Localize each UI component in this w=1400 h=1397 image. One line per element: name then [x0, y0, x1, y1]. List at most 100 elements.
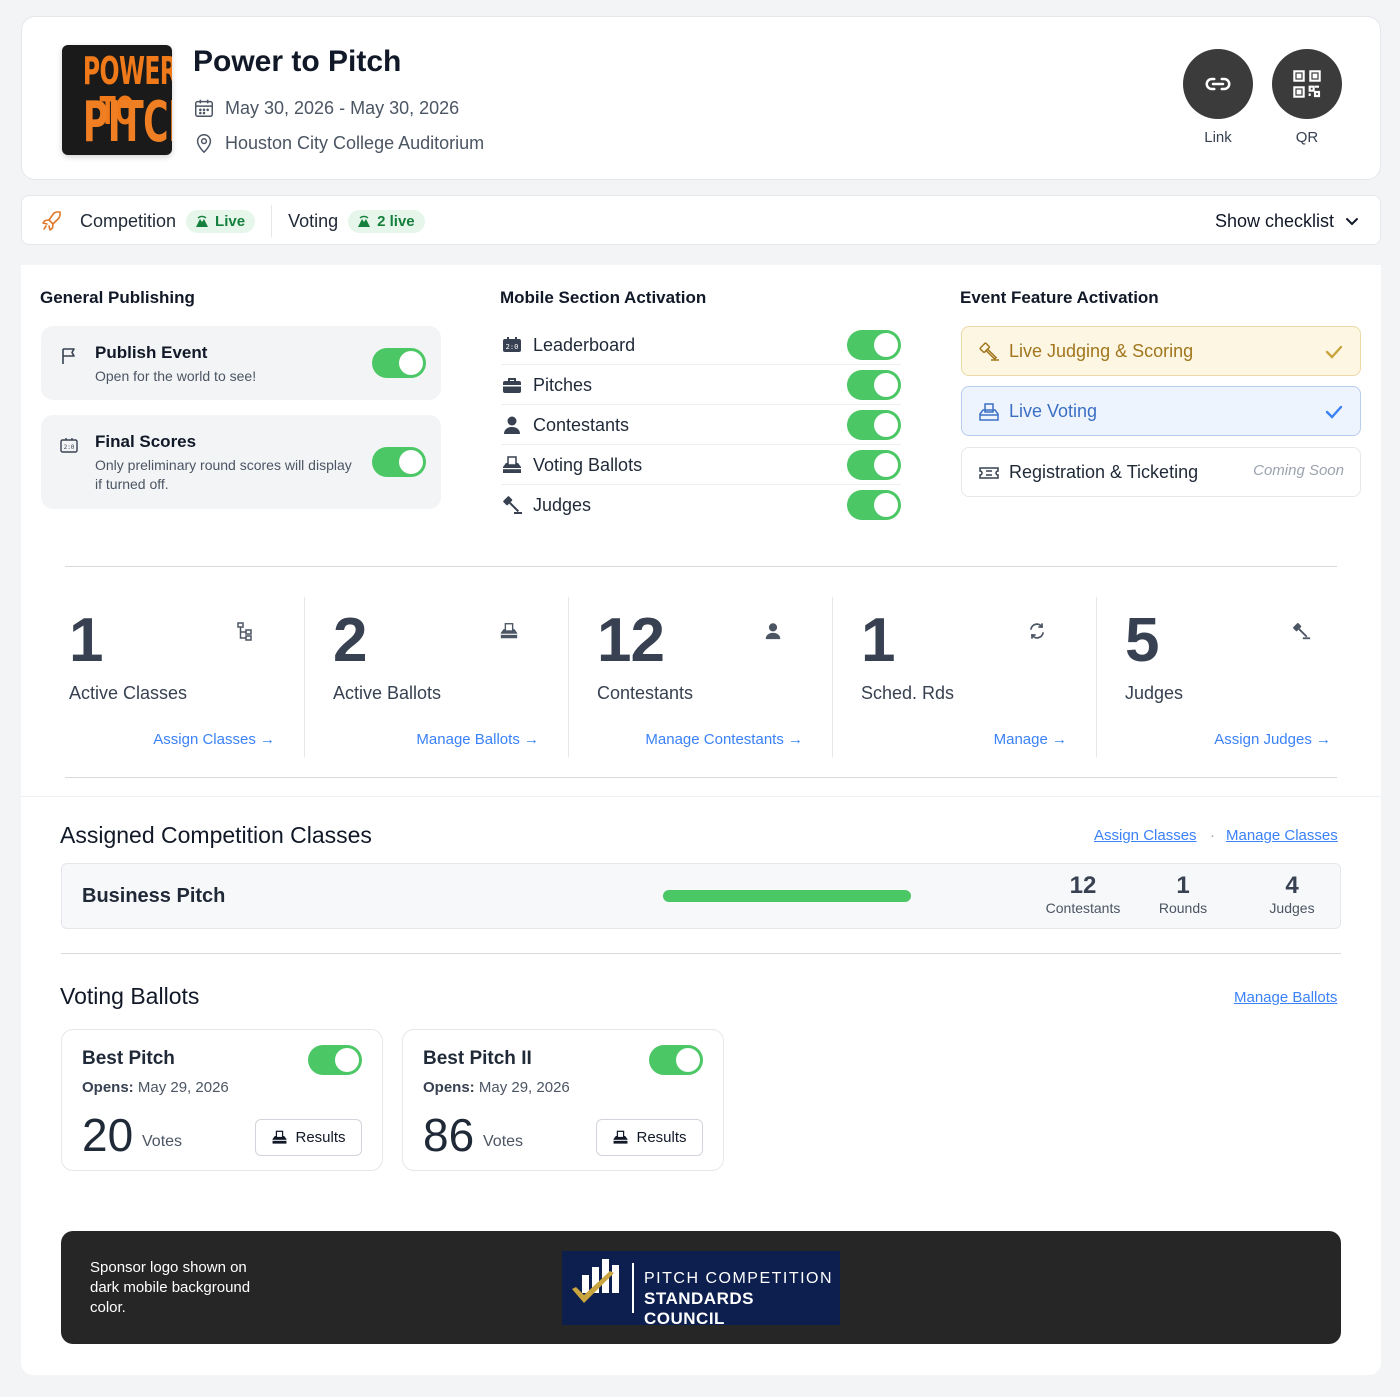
contestants-label: Contestants [533, 415, 630, 435]
judges-label: Judges [533, 495, 592, 515]
qr-button[interactable]: QR [1272, 49, 1342, 146]
dashboard-panel: General Publishing Publish Event Open fo… [21, 265, 1381, 1375]
manage-ballots-link[interactable]: Manage Ballots → [416, 731, 539, 748]
ballot-votes-label: Votes [483, 1133, 524, 1150]
voting-ballots-label: Voting Ballots [533, 455, 643, 475]
check-icon [1325, 405, 1343, 419]
voting-ballots-heading: Voting Ballots [60, 983, 200, 1009]
ballot-box-icon [500, 623, 518, 639]
results-button[interactable]: Results [596, 1119, 703, 1156]
class-rounds-label: Rounds [1158, 900, 1208, 916]
ballot-opens: Opens: May 29, 2026 [423, 1079, 570, 1096]
class-rounds-stat: 1 Rounds [1133, 872, 1233, 916]
link-button-label: Link [1204, 129, 1232, 146]
leaderboard-toggle[interactable] [847, 330, 901, 360]
assign-classes-link[interactable]: Assign Classes → [153, 731, 275, 748]
ballot-toggle[interactable] [308, 1045, 362, 1075]
ballot-name: Best Pitch [82, 1048, 175, 1069]
mobile-section-voting-ballots: Voting Ballots [501, 445, 901, 485]
live-judging-label: Live Judging & Scoring [1009, 341, 1194, 361]
location-pin-icon [196, 134, 212, 154]
mobile-section-pitches: Pitches [501, 365, 901, 405]
opens-label: Opens: [82, 1079, 134, 1096]
event-dates: May 30, 2026 - May 30, 2026 [225, 97, 460, 118]
class-rounds-count: 1 [1176, 872, 1190, 899]
rocket-icon [42, 211, 61, 231]
ticket-icon [979, 467, 999, 479]
opens-label: Opens: [423, 1079, 475, 1096]
section-divider [65, 777, 1337, 778]
pitches-toggle[interactable] [847, 370, 901, 400]
contestants-toggle[interactable] [847, 410, 901, 440]
opens-date: May 29, 2026 [478, 1079, 570, 1096]
leaderboard-label: Leaderboard [533, 335, 636, 355]
competition-live-badge: Live [186, 209, 256, 233]
user-icon [504, 416, 520, 434]
class-row-business-pitch[interactable]: Business Pitch 12 Contestants 1 Rounds 4… [61, 863, 1341, 929]
user-icon [765, 623, 781, 640]
section-divider [61, 953, 1341, 954]
manage-classes-link[interactable]: Manage Classes [1226, 827, 1338, 844]
svg-text:2:0: 2:0 [64, 444, 75, 451]
class-contestants-count: 12 [1069, 872, 1097, 899]
link-button[interactable]: Link [1183, 49, 1253, 146]
mobile-section-leaderboard: 2:0 Leaderboard [501, 325, 901, 365]
assign-judges-link[interactable]: Assign Judges → [1214, 731, 1331, 748]
coming-soon-label: Coming Soon [1253, 462, 1344, 479]
chevron-down-icon [1346, 218, 1358, 226]
assigned-classes-heading: Assigned Competition Classes [60, 822, 372, 848]
feature-activation-heading: Event Feature Activation [960, 288, 1159, 307]
ballot-toggle[interactable] [649, 1045, 703, 1075]
qr-button-label: QR [1295, 129, 1319, 146]
class-contestants-label: Contestants [1045, 900, 1121, 916]
publish-event-description: Open for the world to see! [95, 368, 257, 384]
ballot-opens: Opens: May 29, 2026 [82, 1079, 229, 1096]
event-logo: POWER TO PITCH [62, 45, 172, 155]
scoreboard-icon: 2:0 [503, 337, 521, 352]
feature-live-voting[interactable]: Live Voting [961, 386, 1361, 436]
stat-active-classes: 1 Active Classes Assign Classes → [41, 597, 305, 757]
publish-event-toggle[interactable] [372, 348, 426, 378]
show-checklist-toggle[interactable]: Show checklist [1215, 196, 1360, 246]
judges-toggle[interactable] [847, 490, 901, 520]
hierarchy-icon [237, 622, 252, 641]
final-scores-toggle[interactable] [372, 447, 426, 477]
class-contestants-stat: 12 Contestants [1033, 872, 1133, 916]
general-publishing-heading: General Publishing [40, 288, 195, 307]
ballot-vote-count: 20 [82, 1109, 134, 1161]
broadcast-icon [358, 215, 371, 227]
flag-icon [62, 348, 75, 364]
stat-value: 1 [861, 606, 895, 675]
sponsor-logo: PITCH COMPETITION STANDARDS COUNCIL [562, 1251, 840, 1328]
event-dates-row: May 30, 2026 - May 30, 2026 [193, 97, 459, 119]
ballot-card: Best Pitch Opens: May 29, 2026 20 Votes … [61, 1029, 383, 1171]
competition-badge-text: Live [215, 212, 246, 230]
stat-judges: 5 Judges Assign Judges → [1097, 597, 1361, 757]
gavel-icon [1293, 623, 1311, 640]
manage-contestants-link[interactable]: Manage Contestants → [645, 731, 803, 748]
calendar-icon [195, 99, 213, 117]
voting-ballots-toggle[interactable] [847, 450, 901, 480]
live-voting-label: Live Voting [1009, 401, 1098, 421]
feature-live-judging[interactable]: Live Judging & Scoring [961, 326, 1361, 376]
mobile-section-judges: Judges [501, 485, 901, 525]
stat-active-ballots: 2 Active Ballots Manage Ballots → [305, 597, 569, 757]
logo-text-bottom: PITCH [82, 90, 172, 155]
results-button[interactable]: Results [255, 1119, 362, 1156]
panel-separator [21, 796, 1381, 797]
registration-ticketing-label: Registration & Ticketing [1009, 462, 1199, 482]
mobile-section-contestants: Contestants [501, 405, 901, 445]
event-location: Houston City College Auditorium [225, 132, 485, 153]
assign-classes-header-link[interactable]: Assign Classes [1094, 827, 1197, 844]
stat-label: Sched. Rds [861, 683, 955, 703]
link-separator: · [1210, 827, 1215, 844]
feature-registration-ticketing: Registration & Ticketing Coming Soon [961, 447, 1361, 497]
sponsor-logo-line2: STANDARDS COUNCIL [644, 1289, 754, 1328]
manage-ballots-header-link[interactable]: Manage Ballots [1234, 989, 1337, 1006]
gavel-icon [503, 496, 522, 514]
pitches-label: Pitches [533, 375, 593, 395]
stat-label: Contestants [597, 683, 694, 703]
manage-rounds-link[interactable]: Manage → [994, 731, 1067, 748]
sponsor-logo-line1: PITCH COMPETITION [644, 1270, 834, 1287]
refresh-icon [1030, 623, 1044, 639]
